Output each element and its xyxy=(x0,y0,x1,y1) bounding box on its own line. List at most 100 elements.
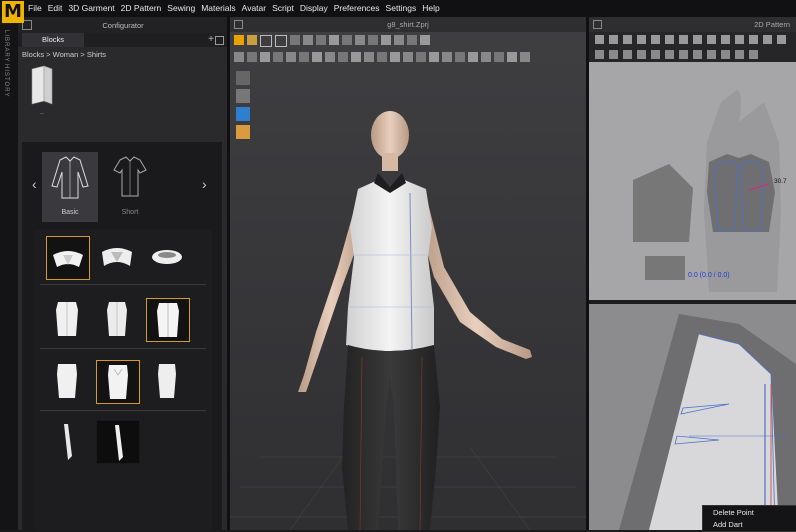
tool-icon[interactable] xyxy=(273,52,283,62)
collar-option-2[interactable] xyxy=(96,236,138,278)
measure-label: 30.7 xyxy=(774,178,787,185)
avatar-3d-model[interactable] xyxy=(230,107,586,530)
tool-icon[interactable] xyxy=(351,52,361,62)
grid-view-icon[interactable] xyxy=(215,36,224,45)
pattern-view-upper[interactable] xyxy=(589,62,796,300)
tool-icon[interactable] xyxy=(390,52,400,62)
box-select-icon[interactable] xyxy=(275,35,287,47)
tool-icon[interactable] xyxy=(338,52,348,62)
tool-icon[interactable] xyxy=(468,52,478,62)
short-sleeve-shirt-icon xyxy=(113,156,147,197)
camera-tool-icon[interactable] xyxy=(420,35,430,45)
tool-icon[interactable] xyxy=(429,52,439,62)
tool-icon[interactable] xyxy=(286,52,296,62)
menu-file[interactable]: File xyxy=(28,3,42,13)
collar-icon xyxy=(152,250,182,264)
tool-icon[interactable] xyxy=(416,52,426,62)
button-tool-icon[interactable] xyxy=(368,35,378,45)
tool-icon[interactable] xyxy=(312,52,322,62)
menu-help[interactable]: Help xyxy=(422,3,439,13)
pattern-tool-icons[interactable] xyxy=(589,32,796,47)
viewport-3d[interactable]: g8_shirt.Zprj xyxy=(230,17,586,530)
tack-tool-icon[interactable] xyxy=(316,35,326,45)
pin-tool-icon[interactable] xyxy=(303,35,313,45)
tab-blocks[interactable]: Blocks xyxy=(22,33,84,47)
context-item-delete-point[interactable]: Delete Point xyxy=(703,506,796,518)
tool-icon[interactable] xyxy=(260,52,270,62)
menu-settings[interactable]: Settings xyxy=(386,3,417,13)
menu-3d-garment[interactable]: 3D Garment xyxy=(68,3,114,13)
add-tab-icon[interactable]: + xyxy=(208,34,214,45)
brush-tool-icon[interactable] xyxy=(355,35,365,45)
menu-materials[interactable]: Materials xyxy=(201,3,235,13)
back-option-1[interactable] xyxy=(46,360,88,402)
fold-tool-icon[interactable] xyxy=(290,35,300,45)
avatar-view-icon[interactable] xyxy=(236,89,250,103)
collar-option-3[interactable] xyxy=(146,236,188,278)
sewing-tool-icon[interactable] xyxy=(329,35,339,45)
tool-icon[interactable] xyxy=(442,52,452,62)
shirt-back-icon xyxy=(158,364,176,398)
placket-icon xyxy=(64,424,72,460)
collar-icon xyxy=(102,248,132,266)
placket-option-1[interactable] xyxy=(46,420,88,462)
fitting-tool-icon[interactable] xyxy=(394,35,404,45)
tool-icon[interactable] xyxy=(403,52,413,62)
pattern-tool-icons[interactable] xyxy=(589,47,796,62)
tool-icon[interactable] xyxy=(364,52,374,62)
menu-2d-pattern[interactable]: 2D Pattern xyxy=(121,3,162,13)
context-menu: Delete Point Add Dart xyxy=(702,505,796,532)
tool-icon[interactable] xyxy=(455,52,465,62)
pattern-view-lower[interactable] xyxy=(589,304,796,530)
measure-tool-icon[interactable] xyxy=(342,35,352,45)
body-option-2[interactable] xyxy=(96,298,138,340)
tool-icon[interactable] xyxy=(299,52,309,62)
tool-icon[interactable] xyxy=(481,52,491,62)
move-tool-icon[interactable] xyxy=(247,35,257,45)
configurator-title: Configurator xyxy=(102,21,144,30)
pattern-title: 2D Pattern xyxy=(754,20,790,29)
menu-script[interactable]: Script xyxy=(272,3,294,13)
folder-file-icon[interactable] xyxy=(30,65,54,105)
tool-icon[interactable] xyxy=(520,52,530,62)
configurator-titlebar: Configurator xyxy=(18,17,228,33)
placket-icon xyxy=(115,425,123,461)
tool-icon[interactable] xyxy=(507,52,517,62)
body-option-1[interactable] xyxy=(46,298,88,340)
body-option-3[interactable] xyxy=(146,298,190,342)
pattern-window-2d[interactable]: 2D Pattern 0.0 (0.0 / 0.0) 30.7 xyxy=(589,17,796,530)
garment-tool-icon[interactable] xyxy=(381,35,391,45)
file-label: .. xyxy=(40,109,44,116)
undock-icon[interactable] xyxy=(593,20,602,29)
menu-display[interactable]: Display xyxy=(300,3,328,13)
tool-icon[interactable] xyxy=(247,52,257,62)
tab-history[interactable]: HISTORY xyxy=(3,64,9,97)
sleeveless-shirt-icon xyxy=(56,302,78,336)
category-short[interactable]: Short xyxy=(102,152,158,222)
transform-tool-icon[interactable] xyxy=(260,35,272,47)
avatar-tool-icon[interactable] xyxy=(407,35,417,45)
collar-option-1[interactable] xyxy=(46,236,90,280)
context-item-add-dart[interactable]: Add Dart xyxy=(703,518,796,530)
placket-option-2[interactable] xyxy=(96,420,140,464)
back-option-2[interactable] xyxy=(96,360,140,404)
back-option-3[interactable] xyxy=(146,360,188,402)
menu-avatar[interactable]: Avatar xyxy=(242,3,266,13)
menu-sewing[interactable]: Sewing xyxy=(167,3,195,13)
menu-edit[interactable]: Edit xyxy=(48,3,63,13)
configurator-tabrow: Blocks + xyxy=(18,33,228,47)
category-basic[interactable]: Basic xyxy=(42,152,98,222)
pattern-titlebar: 2D Pattern xyxy=(589,17,796,32)
viewport-titlebar: g8_shirt.Zprj xyxy=(230,17,586,32)
menu-list: File Edit 3D Garment 2D Pattern Sewing M… xyxy=(28,3,446,13)
tool-icon[interactable] xyxy=(377,52,387,62)
select-tool-icon[interactable] xyxy=(234,35,244,45)
tool-icon[interactable] xyxy=(234,52,244,62)
carousel-next-icon[interactable]: › xyxy=(202,176,207,192)
carousel-prev-icon[interactable]: ‹ xyxy=(32,176,37,192)
tab-library[interactable]: LIBRARY xyxy=(3,30,9,63)
tool-icon[interactable] xyxy=(325,52,335,62)
garment-view-icon[interactable] xyxy=(236,71,250,85)
menu-preferences[interactable]: Preferences xyxy=(334,3,380,13)
tool-icon[interactable] xyxy=(494,52,504,62)
